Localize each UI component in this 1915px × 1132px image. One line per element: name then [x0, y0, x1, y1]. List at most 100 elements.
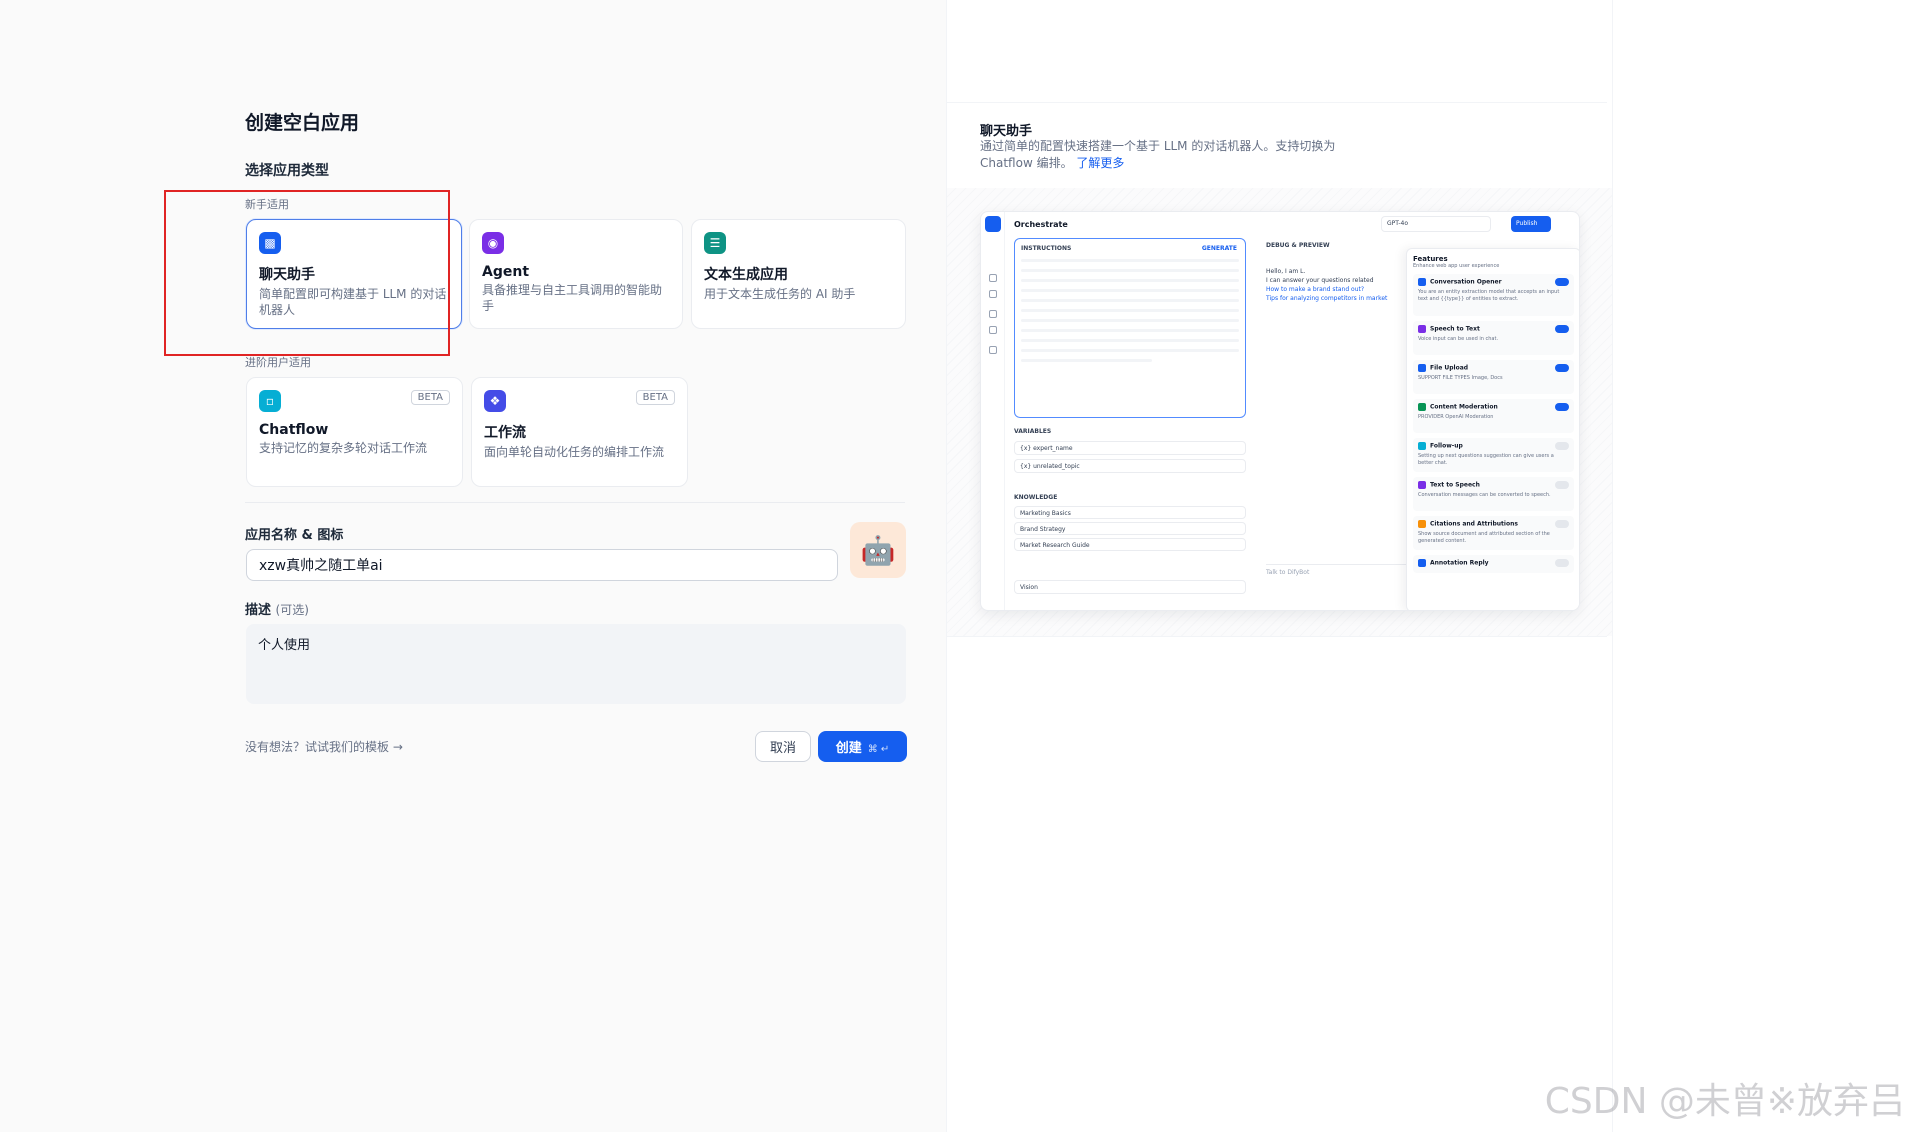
mock-feature-item: Conversation Opener You are an entity ext…	[1413, 274, 1574, 316]
mock-chat-line: Hello, I am L.	[1266, 268, 1306, 275]
mock-chat-line: I can answer your questions related	[1266, 277, 1374, 284]
app-type-card-chatflow[interactable]: ▫ BETA Chatflow 支持记忆的复杂多轮对话工作流	[246, 377, 463, 487]
mock-chat-suggestion: How to make a brand stand out?	[1266, 286, 1365, 293]
mock-vision-row: Vision	[1014, 580, 1246, 594]
app-name-label: 应用名称 & 图标	[245, 528, 344, 543]
toggle-icon	[1555, 278, 1569, 286]
create-button-label: 创建	[835, 741, 862, 756]
preview-image-area: Orchestrate GPT-4o Publish INSTRUCTIONS G…	[947, 188, 1612, 636]
beta-badge: BETA	[410, 390, 450, 405]
mock-instructions-label: INSTRUCTIONS	[1021, 245, 1072, 252]
mock-feature-item: Annotation Reply	[1413, 555, 1574, 573]
preview-description: 通过简单的配置快速搭建一个基于 LLM 的对话机器人。支持切换为 Chatflo…	[980, 138, 1360, 172]
toggle-icon	[1555, 481, 1569, 489]
app-type-title: Chatflow	[259, 422, 329, 438]
mock-feature-item: Text to Speech Conversation messages can …	[1413, 477, 1574, 511]
text-generation-icon: ☰	[704, 232, 726, 254]
mock-feature-item: File Upload SUPPORT FILE TYPES Image, Doc…	[1413, 360, 1574, 394]
mock-feature-item: Content Moderation PROVIDER OpenAI Modera…	[1413, 399, 1574, 433]
mock-vision: Vision	[1014, 576, 1246, 594]
description-label: 描述 (可选)	[245, 599, 309, 618]
mock-chat-suggestion: Tips for analyzing competitors in market	[1266, 295, 1388, 302]
watermark: CSDN @未曾※放弃吕	[1544, 1081, 1905, 1122]
learn-more-link[interactable]: 了解更多	[1076, 156, 1124, 170]
mock-nav-icon	[989, 326, 997, 334]
mock-knowledge-row: Marketing Basics	[1014, 506, 1246, 519]
mock-generate-label: GENERATE	[1201, 245, 1237, 252]
create-form-panel: 创建空白应用 选择应用类型 新手适用 ▩ 聊天助手 简单配置即可构建基于 LLM…	[0, 0, 946, 1132]
mock-nav-icon	[989, 274, 997, 282]
mock-sidebar	[981, 212, 1005, 610]
mock-features-subtitle: Enhance web app user experience	[1413, 263, 1500, 269]
preview-panel: 聊天助手 通过简单的配置快速搭建一个基于 LLM 的对话机器人。支持切换为 Ch…	[946, 0, 1915, 1132]
mock-feature-item: Follow-up Setting up next questions sugge…	[1413, 438, 1574, 472]
mock-nav-icon	[989, 310, 997, 318]
toggle-icon	[1555, 325, 1569, 333]
app-type-title: Agent	[482, 264, 530, 280]
mock-logo-icon	[985, 216, 1001, 232]
group-label-beginner: 新手适用	[245, 198, 289, 211]
toggle-icon	[1555, 403, 1569, 411]
mock-knowledge-label: KNOWLEDGE	[1014, 494, 1058, 501]
mock-debug-label: DEBUG & PREVIEW	[1266, 242, 1330, 249]
mock-features-title: Features	[1413, 255, 1448, 263]
section-divider	[245, 502, 905, 503]
preview-desc-text: 通过简单的配置快速搭建一个基于 LLM 的对话机器人。支持切换为 Chatflo…	[980, 139, 1336, 170]
app-name-input[interactable]	[246, 549, 838, 581]
app-type-title: 文本生成应用	[704, 267, 788, 283]
app-type-title: 聊天助手	[259, 267, 315, 283]
mock-knowledge-row: Brand Strategy	[1014, 522, 1246, 535]
app-type-card-agent[interactable]: ◉ Agent 具备推理与自主工具调用的智能助手	[469, 219, 683, 329]
preview-divider-top	[947, 102, 1607, 103]
preview-mock-app: Orchestrate GPT-4o Publish INSTRUCTIONS G…	[980, 211, 1580, 611]
beta-badge: BETA	[635, 390, 675, 405]
mock-variable-row: {x} unrelated_topic	[1014, 459, 1246, 473]
preview-title: 聊天助手	[980, 124, 1033, 139]
template-link[interactable]: 没有想法？试试我们的模板 →	[245, 738, 403, 755]
section-title: 选择应用类型	[245, 163, 329, 179]
mock-feature-item: Citations and Attributions Show source do…	[1413, 516, 1574, 550]
agent-icon: ◉	[482, 232, 504, 254]
mock-model-selector: GPT-4o	[1381, 216, 1491, 232]
mock-variable-row: {x} expert_name	[1014, 441, 1246, 455]
page-title: 创建空白应用	[245, 112, 360, 134]
app-type-title: 工作流	[484, 425, 526, 441]
mock-instructions: INSTRUCTIONS GENERATE	[1014, 238, 1246, 418]
mock-knowledge-row: Market Research Guide	[1014, 538, 1246, 551]
description-textarea[interactable]: 个人使用	[246, 624, 906, 704]
mock-knowledge: KNOWLEDGE Marketing Basics Brand Strateg…	[1014, 492, 1246, 551]
mock-variables: VARIABLES {x} expert_name {x} unrelated_…	[1014, 426, 1246, 473]
create-app-page: 创建空白应用 选择应用类型 新手适用 ▩ 聊天助手 简单配置即可构建基于 LLM…	[0, 0, 1915, 1132]
mock-feature-item: Speech to Text Voice input can be used in…	[1413, 321, 1574, 355]
optional-tag: (可选)	[275, 603, 309, 617]
toggle-icon	[1555, 559, 1569, 567]
robot-icon: 🤖	[860, 533, 896, 567]
app-type-desc: 面向单轮自动化任务的编排工作流	[484, 445, 665, 459]
create-button[interactable]: 创建 ⌘ ↵	[818, 731, 907, 762]
app-type-desc: 具备推理与自主工具调用的智能助手	[482, 283, 663, 313]
chatflow-icon: ▫	[259, 390, 281, 412]
app-icon-picker[interactable]: 🤖	[850, 522, 906, 578]
toggle-icon	[1555, 364, 1569, 372]
app-type-desc: 用于文本生成任务的 AI 助手	[704, 287, 856, 301]
group-label-advanced: 进阶用户适用	[245, 356, 311, 369]
preview-divider-vertical	[1612, 0, 1613, 1132]
workflow-icon: ❖	[484, 390, 506, 412]
chat-bot-icon: ▩	[259, 232, 281, 254]
app-type-desc: 简单配置即可构建基于 LLM 的对话机器人	[259, 287, 447, 317]
app-type-desc: 支持记忆的复杂多轮对话工作流	[259, 441, 428, 455]
preview-divider-bottom	[947, 636, 1607, 637]
toggle-icon	[1555, 520, 1569, 528]
keyboard-shortcut-icon: ⌘ ↵	[867, 744, 890, 755]
mock-features-panel: Features Enhance web app user experience…	[1406, 248, 1579, 610]
mock-variables-label: VARIABLES	[1014, 428, 1052, 435]
cancel-button[interactable]: 取消	[755, 731, 811, 762]
app-type-card-text-generation[interactable]: ☰ 文本生成应用 用于文本生成任务的 AI 助手	[691, 219, 906, 329]
app-type-card-workflow[interactable]: ❖ BETA 工作流 面向单轮自动化任务的编排工作流	[471, 377, 688, 487]
mock-chat: Hello, I am L. I can answer your questio…	[1266, 267, 1426, 303]
mock-nav-icon	[989, 346, 997, 354]
description-label-text: 描述	[245, 603, 272, 618]
app-type-card-chat-assistant[interactable]: ▩ 聊天助手 简单配置即可构建基于 LLM 的对话机器人	[246, 219, 462, 329]
mock-nav-icon	[989, 290, 997, 298]
mock-header: Orchestrate	[1014, 220, 1068, 229]
